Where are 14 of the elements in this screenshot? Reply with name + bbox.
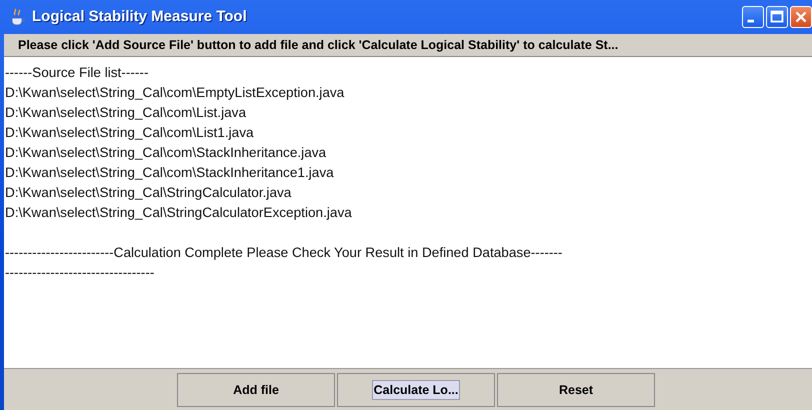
action-button[interactable]: Calculate Lo... — [337, 373, 495, 407]
file-path: D:\Kwan\select\String_Cal\StringCalculator.java — [5, 184, 292, 202]
window-title: Logical Stability Measure Tool — [32, 6, 247, 27]
list-header: ------Source File list------ — [5, 64, 148, 82]
action-button[interactable]: Reset — [497, 373, 655, 407]
file-path: D:\Kwan\select\String_Cal\com\StackInheritance.java — [5, 144, 326, 162]
file-path: D:\Kwan\select\String_Cal\com\List1.java — [5, 124, 254, 142]
file-path: D:\Kwan\select\String_Cal\com\List.java — [5, 104, 246, 122]
instruction-label: Please click 'Add Source File' button to add file and click 'Calculate Logical Stability' to calculate St... — [4, 34, 812, 57]
file-path: D:\Kwan\select\String_Cal\com\EmptyListException.java — [5, 84, 344, 102]
file-path: D:\Kwan\select\String_Cal\com\StackInheritance1.java — [5, 164, 334, 182]
action-button[interactable]: Add file — [177, 373, 335, 407]
file-path: D:\Kwan\select\String_Cal\StringCalculatorException.java — [5, 204, 352, 222]
status-message: ------------------------Calculation Complete Please Check Your Result in Defined Database---------------------------------------- — [5, 244, 564, 282]
